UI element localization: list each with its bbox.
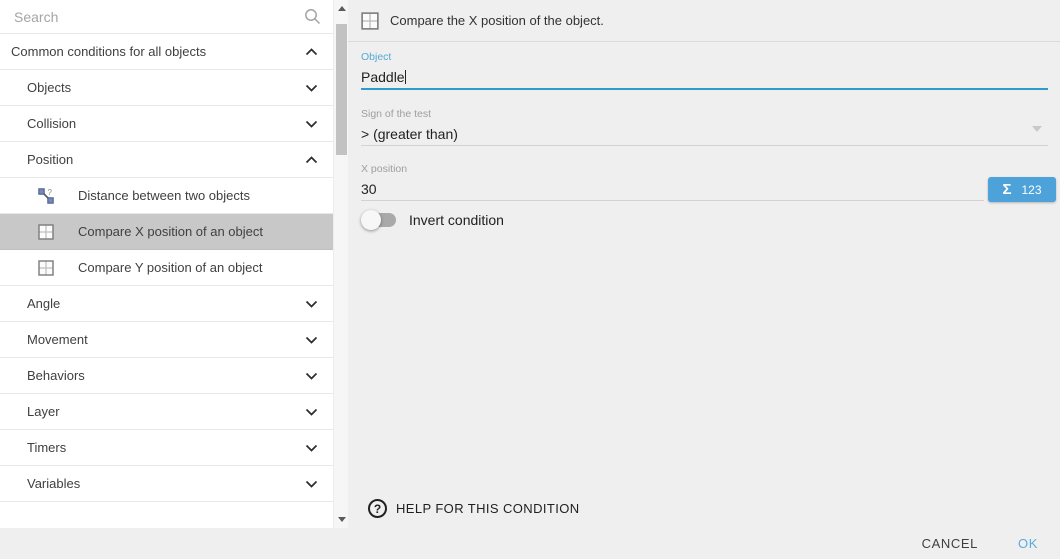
condition-header: Compare the X position of the object.	[348, 0, 1060, 42]
expression-editor-button[interactable]: Σ 123	[988, 177, 1056, 202]
sidebar-item-label: Timers	[27, 440, 66, 455]
conditions-sidebar: Common conditions for all objects Object…	[0, 0, 348, 528]
chevron-down-icon	[305, 300, 318, 308]
sidebar-item-common-conditions[interactable]: Common conditions for all objects	[0, 34, 333, 70]
scroll-up-icon[interactable]	[334, 1, 349, 16]
sidebar-item-position[interactable]: Position	[0, 142, 333, 178]
sidebar-scrollbar[interactable]	[333, 0, 348, 528]
chevron-down-icon	[305, 408, 318, 416]
object-field-underline	[361, 88, 1048, 90]
condition-title: Compare the X position of the object.	[390, 13, 604, 28]
help-button[interactable]: ? HELP FOR THIS CONDITION	[368, 499, 580, 518]
compare-x-position-icon	[38, 224, 54, 240]
invert-condition-label: Invert condition	[409, 212, 504, 228]
text-cursor	[405, 70, 406, 84]
search-icon	[304, 8, 321, 25]
choose-condition-dialog: Common conditions for all objects Object…	[0, 0, 1060, 559]
compare-x-position-icon	[361, 12, 379, 30]
chevron-down-icon	[305, 84, 318, 92]
sidebar-item-label: Compare Y position of an object	[78, 260, 263, 275]
help-button-label: HELP FOR THIS CONDITION	[396, 501, 580, 516]
distance-icon: ?	[38, 188, 54, 204]
dialog-actions: CANCEL OK	[0, 528, 1060, 559]
scrollbar-thumb[interactable]	[336, 24, 347, 155]
sidebar-item-angle[interactable]: Angle	[0, 286, 333, 322]
sidebar-item-collision[interactable]: Collision	[0, 106, 333, 142]
sidebar-item-behaviors[interactable]: Behaviors	[0, 358, 333, 394]
svg-text:?: ?	[48, 188, 53, 197]
object-field-label: Object	[361, 51, 1048, 63]
cancel-button[interactable]: CANCEL	[922, 536, 978, 551]
sidebar-item-timers[interactable]: Timers	[0, 430, 333, 466]
sidebar-item-label: Behaviors	[27, 368, 85, 383]
x-position-value[interactable]: 30	[361, 180, 1048, 198]
scroll-down-icon[interactable]	[334, 512, 349, 527]
chevron-up-icon	[305, 156, 318, 164]
chevron-up-icon	[305, 48, 318, 56]
sidebar-item-layer[interactable]: Layer	[0, 394, 333, 430]
chevron-down-icon	[305, 336, 318, 344]
sidebar-item-label: Objects	[27, 80, 71, 95]
sidebar-item-label: Collision	[27, 116, 76, 131]
sidebar-item-distance-between-two-objects[interactable]: ? Distance between two objects	[0, 178, 333, 214]
ok-button[interactable]: OK	[1018, 536, 1038, 551]
sign-field-underline	[361, 145, 1048, 146]
x-position-underline	[361, 200, 984, 201]
sidebar-item-variables[interactable]: Variables	[0, 466, 333, 502]
invert-condition-row: Invert condition	[361, 209, 504, 231]
chevron-down-icon	[305, 372, 318, 380]
search-row	[0, 0, 333, 34]
sidebar-item-label: Angle	[27, 296, 60, 311]
object-field[interactable]: Object Paddle	[361, 51, 1048, 90]
sidebar-item-label: Distance between two objects	[78, 188, 250, 203]
sidebar-item-label: Position	[27, 152, 73, 167]
dropdown-caret-icon	[1032, 126, 1042, 132]
toggle-thumb[interactable]	[361, 210, 381, 230]
compare-y-position-icon	[38, 260, 54, 276]
help-question-icon: ?	[368, 499, 387, 518]
sidebar-item-label: Common conditions for all objects	[11, 44, 206, 59]
sign-field-value[interactable]: > (greater than)	[361, 125, 1048, 143]
chevron-down-icon	[305, 444, 318, 452]
chevron-down-icon	[305, 120, 318, 128]
sigma-icon: Σ	[1002, 182, 1011, 197]
sidebar-item-label: Variables	[27, 476, 80, 491]
invert-condition-toggle[interactable]	[361, 210, 397, 230]
sidebar-item-label: Movement	[27, 332, 88, 347]
sidebar-item-compare-y-position[interactable]: Compare Y position of an object	[0, 250, 333, 286]
sidebar-item-movement[interactable]: Movement	[0, 322, 333, 358]
x-position-label: X position	[361, 163, 1048, 175]
condition-detail-panel: Compare the X position of the object. Ob…	[348, 0, 1060, 528]
object-field-value[interactable]: Paddle	[361, 68, 1048, 86]
x-position-field[interactable]: X position 30 Σ 123	[361, 163, 1048, 201]
numbers-icon: 123	[1021, 184, 1041, 196]
chevron-down-icon	[305, 480, 318, 488]
sign-field-label: Sign of the test	[361, 108, 1048, 120]
sidebar-item-objects[interactable]: Objects	[0, 70, 333, 106]
search-input[interactable]	[0, 0, 333, 33]
sidebar-item-label: Layer	[27, 404, 60, 419]
sidebar-item-label: Compare X position of an object	[78, 224, 263, 239]
condition-tree: Common conditions for all objects Object…	[0, 34, 333, 502]
sidebar-item-compare-x-position[interactable]: Compare X position of an object	[0, 214, 333, 250]
sign-of-test-select[interactable]: Sign of the test > (greater than)	[361, 108, 1048, 146]
